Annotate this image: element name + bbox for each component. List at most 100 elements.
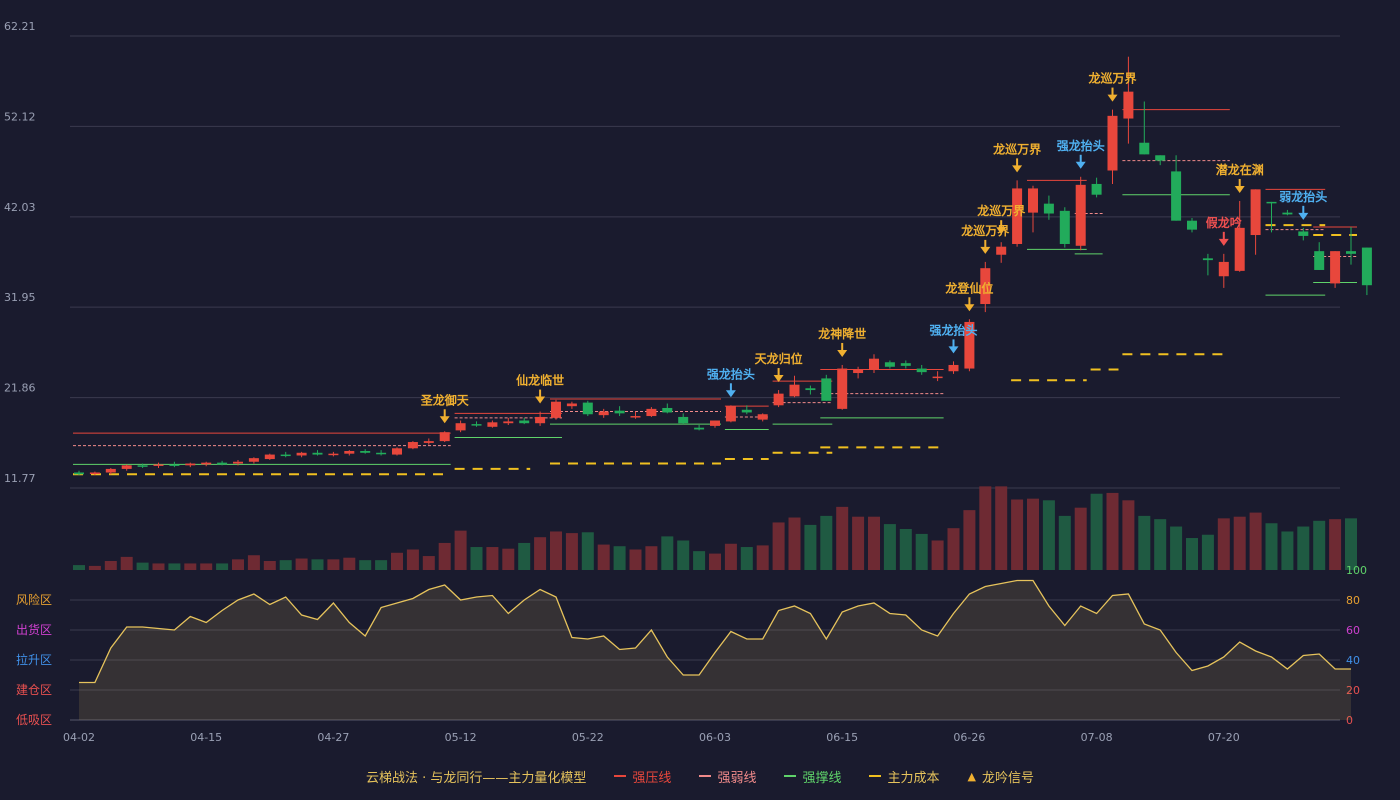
legend-title: 云梯战法 · 与龙同行——主力量化模型: [366, 767, 586, 786]
volume-bar: [995, 486, 1008, 570]
legend-swatch-support: [784, 775, 797, 777]
volume-bar: [1186, 538, 1198, 570]
sentiment-oscillator: 100806040200风险区出货区拉升区建仓区低吸区: [16, 564, 1367, 727]
candle-body: [1361, 247, 1372, 286]
volume-bar: [502, 548, 515, 570]
volume-bar: [820, 515, 833, 570]
volume-bar: [1265, 523, 1278, 570]
volume-bar: [136, 562, 149, 570]
legend-weak-label: 强弱线: [717, 770, 757, 786]
signal-arrow-icon: [964, 304, 975, 312]
legend-item-signal[interactable]: ▲ 龙吟信号: [967, 767, 1033, 786]
signal-label: 龙巡万界: [993, 141, 1041, 156]
volume-bar: [232, 559, 244, 570]
legend-item-press[interactable]: 强压线: [614, 767, 671, 786]
candle-body: [439, 432, 450, 442]
volume-bar: [1233, 516, 1246, 570]
signal-arrow-icon: [1012, 165, 1023, 173]
date-tick-label: 04-27: [317, 731, 349, 744]
signal-arrow-icon: [948, 346, 959, 354]
price-tick-label: 31.95: [4, 291, 36, 304]
candle-body: [805, 388, 816, 391]
volume-bar: [311, 559, 324, 570]
date-tick-label: 05-22: [572, 731, 604, 744]
candle-body: [948, 364, 959, 372]
volume-bar: [947, 528, 960, 570]
volume-bar: [979, 486, 992, 570]
volume-bar: [1090, 493, 1103, 570]
candle-body: [312, 452, 323, 455]
volume-bar: [740, 547, 753, 570]
candle-body: [725, 406, 736, 422]
candle-body: [1202, 258, 1213, 261]
signal-arrow-icon: [439, 416, 450, 424]
volume-bar: [1042, 500, 1055, 570]
price-axis: 62.21 52.12 42.03 31.95 21.86 11.77: [4, 20, 36, 485]
volume-bar: [88, 565, 101, 570]
candle-body: [296, 452, 307, 456]
volume-bar: [247, 555, 260, 570]
candle-body: [900, 363, 911, 366]
candle-body: [821, 378, 832, 401]
signal-label: 天龙归位: [755, 351, 803, 366]
volume-bar: [104, 560, 117, 570]
volume-bar: [804, 524, 817, 570]
volume-bar: [406, 549, 419, 570]
legend-swatch-cost: [869, 775, 882, 777]
volume-bar: [836, 506, 849, 570]
legend-item-weak[interactable]: 强弱线: [699, 767, 756, 786]
legend-item-cost[interactable]: 主力成本: [869, 767, 939, 786]
candle-body: [614, 410, 625, 414]
legend-swatch-press: [614, 775, 627, 777]
signal-label: 圣龙御天: [420, 392, 470, 407]
volume-bars: [73, 486, 1357, 570]
candle-body: [1314, 251, 1325, 270]
candle-body: [264, 454, 275, 460]
candle-body: [233, 461, 243, 464]
volume-bar: [1011, 499, 1024, 570]
volume-bar: [883, 524, 896, 570]
signal-label: 强龙抬头: [1057, 138, 1105, 153]
candle-body: [678, 416, 689, 424]
osc-area: [79, 580, 1351, 720]
osc-tick-label: 100: [1346, 564, 1367, 577]
volume-bar: [1058, 515, 1071, 570]
legend-signal-label: 龙吟信号: [981, 770, 1034, 786]
signal-label: 强龙抬头: [929, 322, 977, 337]
volume-bar: [1345, 518, 1357, 570]
candle-body: [1075, 184, 1086, 246]
candle-body: [74, 472, 84, 475]
candle-body: [1139, 142, 1150, 155]
volume-bar: [550, 531, 562, 570]
volume-bar: [1122, 500, 1135, 570]
osc-zone-label: 风险区: [16, 592, 52, 607]
candle-body: [1218, 261, 1229, 277]
legend-swatch-weak: [699, 775, 712, 777]
signal-arrow-icon: [1218, 238, 1229, 246]
volume-bar: [581, 532, 594, 570]
volume-bar: [279, 560, 292, 570]
volume-bar: [693, 551, 706, 570]
candle-body: [757, 414, 768, 420]
volume-bar: [1074, 507, 1087, 570]
volume-bar: [73, 565, 85, 570]
candle-body: [916, 368, 927, 373]
candle-body: [1043, 203, 1054, 214]
volume-bar: [931, 540, 944, 570]
volume-bar: [200, 563, 213, 570]
volume-bar: [915, 533, 928, 570]
candle-body: [582, 402, 593, 415]
candle-body: [1028, 188, 1038, 213]
signal-triangle-icon: ▲: [967, 769, 976, 783]
volume-bar: [852, 516, 865, 570]
candle-body: [1155, 155, 1166, 161]
candle-body: [519, 420, 530, 424]
date-tick-label: 07-08: [1081, 731, 1113, 744]
legend-item-support[interactable]: 强撑线: [784, 767, 841, 786]
candle-body: [1171, 171, 1182, 221]
legend-title-text: 云梯战法 · 与龙同行——主力量化模型: [366, 770, 587, 786]
signal-arrow-icon: [725, 390, 736, 398]
candle-body: [1187, 220, 1197, 230]
candle-body: [773, 393, 784, 406]
osc-tick-label: 40: [1346, 654, 1360, 667]
